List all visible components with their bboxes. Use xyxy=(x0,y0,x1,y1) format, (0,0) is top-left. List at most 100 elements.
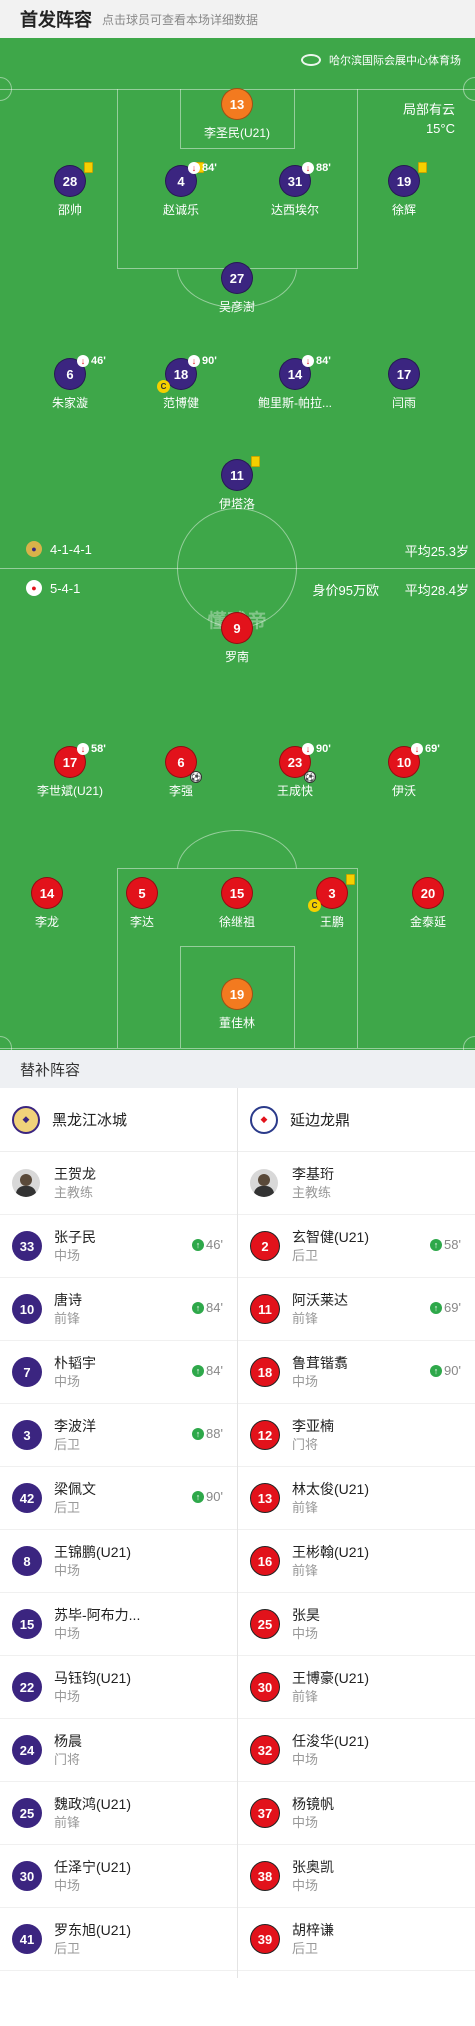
sub-position: 前锋 xyxy=(292,1500,319,1515)
away-formation-text: 5-4-1 xyxy=(50,580,81,596)
jersey-number: 15 xyxy=(12,1609,42,1639)
home-player[interactable]: 27 吴彦澍 xyxy=(182,262,292,315)
sub-name: 任浚华(U21) xyxy=(292,1733,370,1749)
home-sub-row[interactable]: 33 张子民 中场 ↑ 46' xyxy=(0,1215,237,1278)
away-player[interactable]: 17 ↓ 58' 李世斌(U21) xyxy=(15,743,125,799)
away-sub-row[interactable]: 11 阿沃莱达 前锋 ↑ 69' xyxy=(238,1278,475,1341)
sub-position: 中场 xyxy=(54,1878,81,1893)
away-sub-row[interactable]: 13 林太俊(U21) 前锋 xyxy=(238,1467,475,1530)
jersey-number: 19 xyxy=(221,978,253,1010)
away-sub-row[interactable]: 30 王博豪(U21) 前锋 xyxy=(238,1656,475,1719)
player-name: 徐辉 xyxy=(391,203,416,217)
home-player[interactable]: 31 ↓ 88' 达西埃尔 xyxy=(240,162,350,218)
sub-position: 中场 xyxy=(292,1878,319,1893)
sub-in-icon: ↑ xyxy=(192,1490,205,1503)
home-player[interactable]: 19 徐辉 xyxy=(349,162,459,218)
sub-in-icon: ↑ xyxy=(430,1364,443,1377)
home-sub-row[interactable]: 3 李波洋 后卫 ↑ 88' xyxy=(0,1404,237,1467)
home-sub-row[interactable]: 10 唐诗 前锋 ↑ 84' xyxy=(0,1278,237,1341)
home-player[interactable]: 4 ↓ 84' 赵诚乐 xyxy=(126,162,236,218)
home-player[interactable]: 13 李圣民(U21) xyxy=(182,88,292,141)
away-sub-row[interactable]: 12 李亚楠 门将 xyxy=(238,1404,475,1467)
away-player[interactable]: 20 金泰延 xyxy=(373,877,475,930)
home-sub-row[interactable]: 8 王锦鹏(U21) 中场 xyxy=(0,1530,237,1593)
jersey-number: 30 xyxy=(12,1861,42,1891)
player-name: 王鹏 xyxy=(319,915,344,929)
sub-position: 中场 xyxy=(54,1689,81,1704)
jersey-number: 24 xyxy=(12,1735,42,1765)
away-player[interactable]: 19 董佳林 xyxy=(182,978,292,1031)
home-sub-row[interactable]: 42 梁佩文 后卫 ↑ 90' xyxy=(0,1467,237,1530)
sub-position: 中场 xyxy=(292,1374,319,1389)
sub-in-icon: ↑ xyxy=(430,1238,443,1251)
corner-arc-bl xyxy=(0,1036,12,1050)
sub-name: 林太俊(U21) xyxy=(292,1481,370,1497)
away-player[interactable]: 9 罗南 xyxy=(182,612,292,665)
sub-position: 后卫 xyxy=(292,1248,319,1263)
away-player[interactable]: 3 C 王鹏 xyxy=(277,874,387,930)
sub-name: 梁佩文 xyxy=(54,1481,96,1497)
away-player[interactable]: 10 ↓ 69' 伊沃 xyxy=(349,743,459,799)
jersey-number: 2 xyxy=(250,1231,280,1261)
sub-off-indicator: ↓ 58' xyxy=(77,743,106,755)
away-sub-row[interactable]: 37 杨镜帆 中场 xyxy=(238,1782,475,1845)
captain-badge: C xyxy=(157,380,170,393)
home-team-row[interactable]: ◆ 黑龙江冰城 xyxy=(0,1088,237,1152)
coach-name: 李基珩 xyxy=(292,1166,334,1182)
player-name: 徐继祖 xyxy=(218,915,255,929)
home-player[interactable]: 6 ↓ 46' 朱家漩 xyxy=(15,355,125,411)
away-sub-row[interactable]: 38 张奥凯 中场 xyxy=(238,1845,475,1908)
away-player[interactable]: 5 李达 xyxy=(87,877,197,930)
away-sub-row[interactable]: 39 胡梓谦 后卫 xyxy=(238,1908,475,1971)
home-sub-row[interactable]: 25 魏政鸿(U21) 前锋 xyxy=(0,1782,237,1845)
sub-in-indicator: ↑ 90' xyxy=(430,1363,461,1378)
sub-name: 唐诗 xyxy=(54,1292,82,1308)
coach-name: 王贺龙 xyxy=(54,1166,96,1182)
home-sub-row[interactable]: 15 苏毕-阿布力... 中场 xyxy=(0,1593,237,1656)
away-sub-row[interactable]: 18 鲁茸锴翥 中场 ↑ 90' xyxy=(238,1341,475,1404)
sub-in-icon: ↑ xyxy=(192,1301,205,1314)
jersey-number: 6 ↓ 46' xyxy=(54,355,106,390)
jersey-number: 17 ↓ 58' xyxy=(54,743,106,778)
sub-in-minute: 84' xyxy=(206,1300,223,1315)
home-sub-row[interactable]: 7 朴韬宇 中场 ↑ 84' xyxy=(0,1341,237,1404)
sub-position: 中场 xyxy=(54,1248,81,1263)
sub-name: 胡梓谦 xyxy=(292,1922,334,1938)
home-player[interactable]: 28 邵帅 xyxy=(15,162,125,218)
away-team-logo-icon: ◆ xyxy=(250,1105,278,1134)
home-player[interactable]: 11 伊塔洛 xyxy=(182,456,292,512)
jersey-number: 14 ↓ 84' xyxy=(279,355,331,390)
home-coach-row[interactable]: 王贺龙 主教练 xyxy=(0,1152,237,1215)
sub-position: 门将 xyxy=(292,1437,319,1452)
player-name: 邵帅 xyxy=(57,203,82,217)
away-player[interactable]: 23 ↓ 90' ⚽ 王成快 xyxy=(240,743,350,799)
away-coach-row[interactable]: 李基珩 主教练 xyxy=(238,1152,475,1215)
jersey-number: 8 xyxy=(12,1546,42,1576)
home-sub-row[interactable]: 30 任泽宁(U21) 中场 xyxy=(0,1845,237,1908)
lineup-subtitle: 点击球员可查看本场详细数据 xyxy=(102,12,259,27)
away-sub-row[interactable]: 25 张昊 中场 xyxy=(238,1593,475,1656)
home-sub-row[interactable]: 22 马钰钧(U21) 中场 xyxy=(0,1656,237,1719)
away-bench: ◆ 延边龙鼎 李基珩 主教练 2 玄智健(U21) 后卫 ↑ 58' 11 阿沃莱达 前锋 ↑ 6… xyxy=(238,1088,475,1978)
away-sub-row[interactable]: 2 玄智健(U21) 后卫 ↑ 58' xyxy=(238,1215,475,1278)
away-sub-row[interactable]: 16 王彬翰(U21) 前锋 xyxy=(238,1530,475,1593)
home-player[interactable]: 14 ↓ 84' 鲍里斯-帕拉... xyxy=(240,355,350,411)
sub-off-icon: ↓ xyxy=(411,743,423,755)
home-player[interactable]: 18 ↓ 90' C 范博健 xyxy=(126,355,236,411)
goal-ball-icon: ⚽ xyxy=(190,771,202,783)
jersey-number: 22 xyxy=(12,1672,42,1702)
home-sub-row[interactable]: 24 杨晨 门将 xyxy=(0,1719,237,1782)
sub-off-minute: 84' xyxy=(202,162,217,174)
away-team-row[interactable]: ◆ 延边龙鼎 xyxy=(238,1088,475,1152)
home-player[interactable]: 17 闫雨 xyxy=(349,358,459,411)
away-player[interactable]: 15 徐继祖 xyxy=(182,877,292,930)
sub-position: 后卫 xyxy=(54,1941,81,1956)
away-player[interactable]: 6 ⚽ 李强 xyxy=(126,746,236,799)
home-sub-row[interactable]: 41 罗东旭(U21) 后卫 xyxy=(0,1908,237,1971)
player-name: 李世斌(U21) xyxy=(36,784,103,798)
home-team-name: 黑龙江冰城 xyxy=(52,1112,128,1129)
sub-position: 前锋 xyxy=(292,1563,319,1578)
jersey-number: 11 xyxy=(250,1294,280,1324)
away-sub-row[interactable]: 32 任浚华(U21) 中场 xyxy=(238,1719,475,1782)
away-subs-list: 2 玄智健(U21) 后卫 ↑ 58' 11 阿沃莱达 前锋 ↑ 69' 18 鲁茸锴翥 中场 ↑ 90' 1… xyxy=(238,1215,475,1971)
